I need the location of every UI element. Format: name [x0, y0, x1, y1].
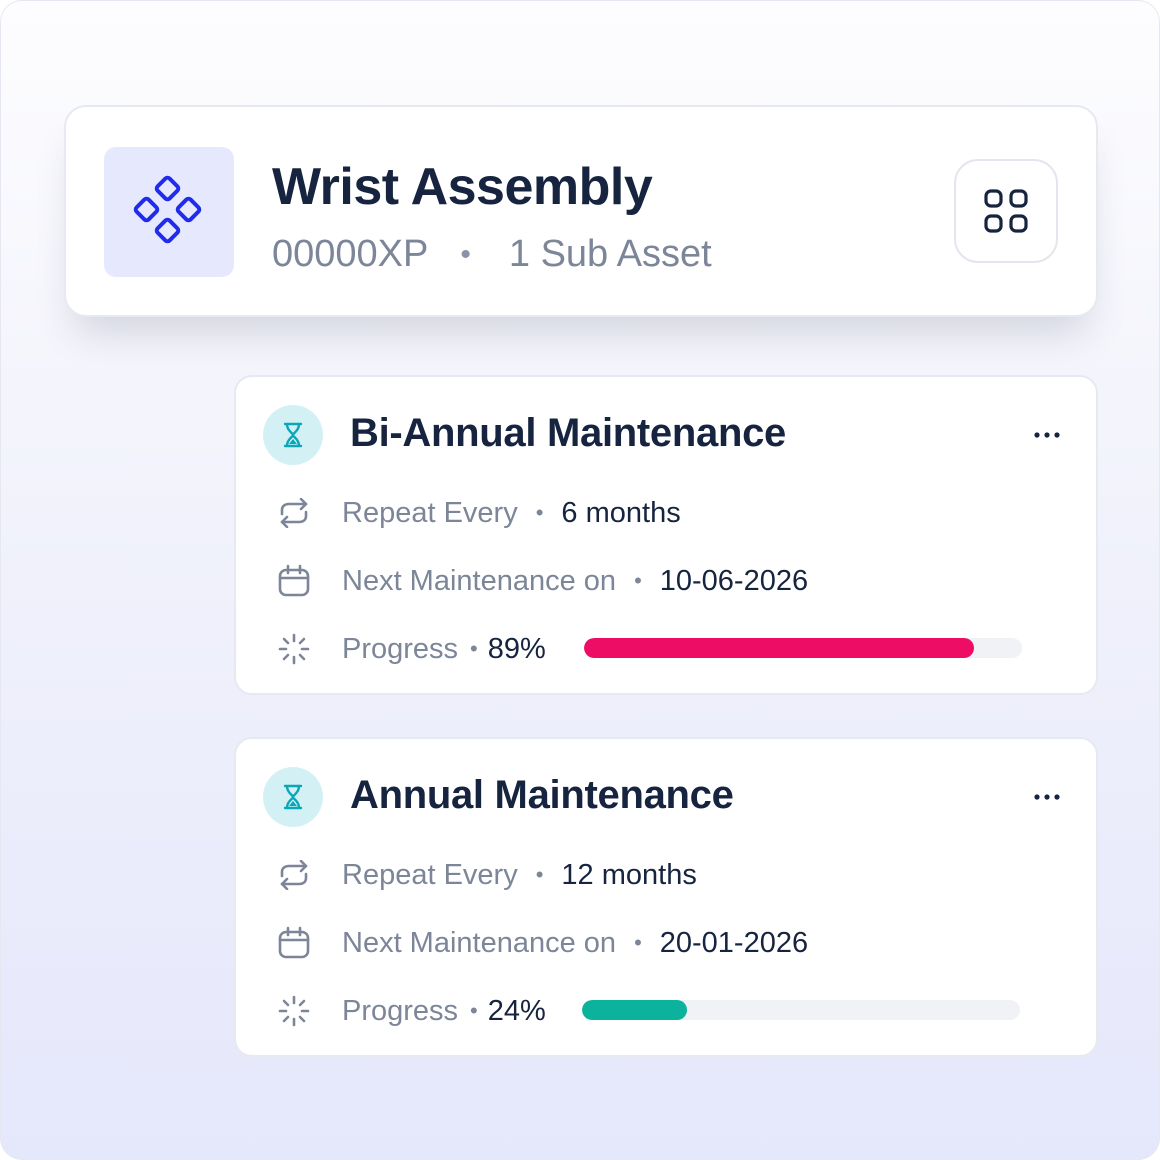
sub-asset-count[interactable]: 1 Sub Asset	[509, 233, 712, 276]
maintenance-card[interactable]: Annual Maintenance Repeat Every • 12 mon…	[234, 737, 1098, 1057]
progress-bar	[582, 1000, 1020, 1020]
more-horizontal-icon	[1034, 794, 1060, 800]
progress-bar-fill	[582, 1000, 688, 1020]
asset-icon-box	[104, 147, 234, 277]
row-separator: •	[470, 636, 478, 661]
asset-code: 00000XP	[272, 233, 429, 275]
more-options-button[interactable]	[1022, 415, 1072, 455]
next-maintenance-date: 10-06-2026	[659, 564, 809, 597]
hourglass-badge	[263, 405, 323, 465]
loader-icon	[278, 995, 310, 1027]
next-maintenance-date: 20-01-2026	[659, 926, 809, 959]
grid-view-button[interactable]	[954, 159, 1058, 263]
grid-icon	[984, 189, 1028, 233]
asset-title: Wrist Assembly	[272, 158, 653, 216]
maintenance-card[interactable]: Bi-Annual Maintenance Repeat Every • 6 m…	[234, 375, 1098, 695]
more-options-button[interactable]	[1022, 777, 1072, 817]
meta-separator: •	[460, 237, 471, 271]
repeat-icon	[280, 498, 308, 528]
next-maintenance-label: Next Maintenance on	[342, 564, 617, 597]
row-separator: •	[535, 500, 544, 525]
repeat-row: Repeat Every • 12 months	[274, 855, 697, 895]
next-maintenance-label: Next Maintenance on	[342, 926, 617, 959]
progress-percent: 24%	[487, 994, 546, 1027]
progress-label: Progress	[342, 994, 459, 1027]
asset-card[interactable]: Wrist Assembly 00000XP • 1 Sub Asset	[64, 105, 1098, 317]
row-separator: •	[634, 930, 642, 955]
progress-row: Progress • 24%	[274, 991, 546, 1031]
task-title: Bi-Annual Maintenance	[350, 411, 786, 455]
hourglass-icon	[283, 784, 303, 810]
more-horizontal-icon	[1034, 432, 1060, 438]
diamond-cluster-icon	[133, 175, 202, 244]
row-separator: •	[470, 998, 478, 1023]
hourglass-badge	[263, 767, 323, 827]
progress-row: Progress • 89%	[274, 629, 546, 669]
repeat-value: 12 months	[561, 858, 697, 891]
progress-bar	[584, 638, 1022, 658]
repeat-row: Repeat Every • 6 months	[274, 493, 681, 533]
next-maintenance-row: Next Maintenance on • 20-01-2026	[274, 923, 808, 963]
calendar-icon	[278, 926, 310, 959]
task-title: Annual Maintenance	[350, 773, 734, 817]
page-frame: Wrist Assembly 00000XP • 1 Sub Asset Bi-…	[0, 0, 1160, 1160]
row-separator: •	[535, 862, 544, 887]
progress-label: Progress	[342, 632, 459, 665]
loader-icon	[278, 633, 310, 665]
calendar-icon	[278, 564, 310, 597]
progress-bar-fill	[584, 638, 974, 658]
repeat-value: 6 months	[561, 496, 681, 529]
repeat-icon	[280, 860, 308, 890]
repeat-label: Repeat Every	[342, 496, 518, 529]
asset-meta: 00000XP • 1 Sub Asset	[272, 233, 712, 276]
row-separator: •	[634, 568, 642, 593]
progress-percent: 89%	[487, 632, 546, 665]
hourglass-icon	[283, 422, 303, 448]
next-maintenance-row: Next Maintenance on • 10-06-2026	[274, 561, 808, 601]
repeat-label: Repeat Every	[342, 858, 518, 891]
